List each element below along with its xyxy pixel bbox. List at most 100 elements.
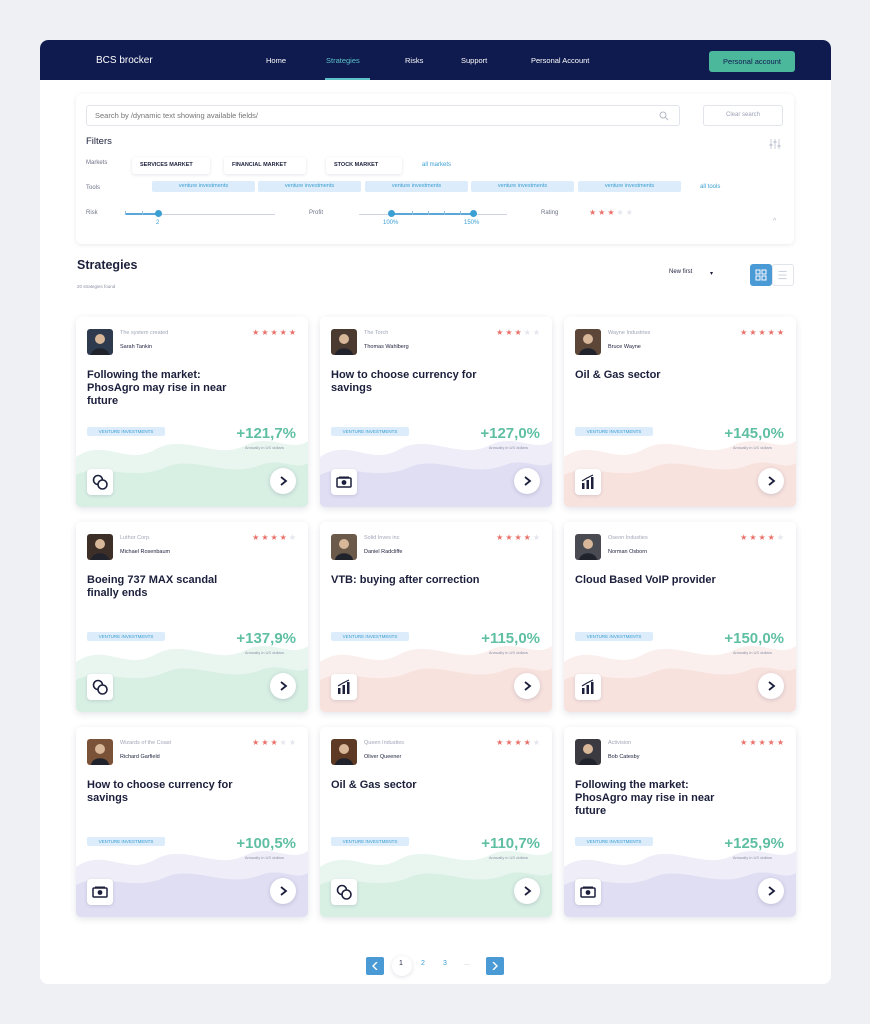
risk-slider-knob[interactable] xyxy=(155,210,162,217)
page-3[interactable]: 3 xyxy=(443,960,447,967)
open-strategy-button[interactable] xyxy=(758,878,784,904)
list-view-button[interactable] xyxy=(772,264,794,286)
company-name: Oseon Industies xyxy=(608,535,648,541)
rating-star: ★ xyxy=(288,328,298,337)
cash-icon xyxy=(331,469,357,495)
avatar xyxy=(331,739,357,765)
card-rating-stars: ★★★★★ xyxy=(252,738,298,747)
rating-star: ★ xyxy=(252,738,262,747)
rating-star[interactable]: ★ xyxy=(607,208,616,217)
rating-star: ★ xyxy=(767,738,777,747)
tool-chip[interactable]: venture investments xyxy=(471,181,574,192)
strategy-card[interactable]: The Torch Thomas Wahlberg ★★★★★ How to c… xyxy=(320,317,552,507)
tool-chip[interactable]: venture investments xyxy=(258,181,361,192)
strategy-card[interactable]: Activision Bob Catesby ★★★★★ Following t… xyxy=(564,727,796,917)
strategy-card[interactable]: Solid Inves inc Daniel Radcliffe ★★★★★ V… xyxy=(320,522,552,712)
nav-support[interactable]: Support xyxy=(461,56,487,65)
avatar xyxy=(87,329,113,355)
rating-star: ★ xyxy=(776,328,786,337)
open-strategy-button[interactable] xyxy=(514,673,540,699)
strategy-tag: VENTURE INVESTMENTS xyxy=(575,427,653,436)
page-1[interactable]: 1 xyxy=(399,960,403,967)
return-percent: +125,9% xyxy=(724,835,784,852)
avatar xyxy=(331,329,357,355)
strategy-tag: VENTURE INVESTMENTS xyxy=(87,632,165,641)
strategy-title[interactable]: Following the market: PhosAgro may rise … xyxy=(87,369,247,408)
filter-settings-icon[interactable] xyxy=(769,139,781,149)
all-markets-link[interactable]: all markets xyxy=(422,162,451,168)
strategy-title[interactable]: Oil & Gas sector xyxy=(575,369,735,382)
personal-account-button[interactable]: Personal account xyxy=(709,51,795,72)
strategy-card[interactable]: Oseon Industies Norman Osborn ★★★★★ Clou… xyxy=(564,522,796,712)
nav-strategies[interactable]: Strategies xyxy=(326,56,360,65)
chevron-right-icon xyxy=(280,886,288,896)
strategy-card[interactable]: Wayne Industries Bruce Wayne ★★★★★ Oil &… xyxy=(564,317,796,507)
clear-search-button[interactable]: Clear search xyxy=(703,105,783,126)
strategy-card[interactable]: Luthor Corp. Michael Rosenbaum ★★★★★ Boe… xyxy=(76,522,308,712)
search-input[interactable] xyxy=(95,111,635,120)
rating-star[interactable]: ★ xyxy=(598,208,607,217)
rating-star: ★ xyxy=(767,328,777,337)
strategy-title[interactable]: How to choose currency for savings xyxy=(87,779,247,805)
all-tools-link[interactable]: all tools xyxy=(700,184,720,190)
tool-chip[interactable]: venture investments xyxy=(152,181,255,192)
return-percent: +145,0% xyxy=(724,425,784,442)
rating-star: ★ xyxy=(496,533,506,542)
profit-tick xyxy=(412,211,413,215)
open-strategy-button[interactable] xyxy=(514,878,540,904)
open-strategy-button[interactable] xyxy=(514,468,540,494)
strategy-title[interactable]: Boeing 737 MAX scandal finally ends xyxy=(87,574,247,600)
rating-star: ★ xyxy=(279,328,289,337)
card-rating-stars: ★★★★★ xyxy=(252,533,298,542)
rating-star: ★ xyxy=(758,328,768,337)
profit-min-knob[interactable] xyxy=(388,210,395,217)
rating-star[interactable]: ★ xyxy=(589,208,598,217)
nav-personal-account[interactable]: Personal Account xyxy=(531,56,589,65)
strategy-title[interactable]: Oil & Gas sector xyxy=(331,779,491,792)
collapse-filters-icon[interactable]: ^ xyxy=(773,218,776,225)
strategy-title[interactable]: Following the market: PhosAgro may rise … xyxy=(575,779,735,818)
open-strategy-button[interactable] xyxy=(758,673,784,699)
open-strategy-button[interactable] xyxy=(270,878,296,904)
grid-view-button[interactable] xyxy=(750,264,772,286)
card-rating-stars: ★★★★★ xyxy=(496,328,542,337)
return-percent: +150,0% xyxy=(724,630,784,647)
search-icon[interactable] xyxy=(659,111,669,121)
card-rating-stars: ★★★★★ xyxy=(496,533,542,542)
tool-chip[interactable]: venture investments xyxy=(365,181,468,192)
page-2[interactable]: 2 xyxy=(421,960,425,967)
market-chip-stock[interactable]: STOCK MARKET xyxy=(326,157,402,174)
brand-logo[interactable]: BCS brocker xyxy=(96,55,153,66)
strategy-card[interactable]: The system created Sarah Tankin ★★★★★ Fo… xyxy=(76,317,308,507)
strategy-title[interactable]: How to choose currency for savings xyxy=(331,369,491,395)
return-note: Annually in US dollars xyxy=(244,855,284,860)
open-strategy-button[interactable] xyxy=(758,468,784,494)
market-chip-services[interactable]: SERVICES MARKET xyxy=(132,157,210,174)
strategy-card[interactable]: Wizards of the Coast Richard Garfield ★★… xyxy=(76,727,308,917)
strategy-card[interactable]: Queen Industies Oliver Queener ★★★★★ Oil… xyxy=(320,727,552,917)
rating-star[interactable]: ★ xyxy=(617,208,626,217)
prev-page-button[interactable] xyxy=(366,957,384,975)
strategy-title[interactable]: Cloud Based VoIP provider xyxy=(575,574,735,587)
sort-select[interactable]: New first xyxy=(669,269,692,275)
nav-risks[interactable]: Risks xyxy=(405,56,423,65)
chevron-right-icon xyxy=(768,886,776,896)
rating-filter-stars[interactable]: ★★★★★ xyxy=(589,208,635,217)
tool-chip[interactable]: venture investments xyxy=(578,181,681,192)
strategy-tag: VENTURE INVESTMENTS xyxy=(87,837,165,846)
sort-caret-icon[interactable]: ▾ xyxy=(710,270,713,277)
return-percent: +110,7% xyxy=(481,835,540,852)
return-percent: +121,7% xyxy=(236,425,296,442)
open-strategy-button[interactable] xyxy=(270,673,296,699)
risk-label: Risk xyxy=(86,210,98,216)
profit-max-knob[interactable] xyxy=(470,210,477,217)
strategy-title[interactable]: VTB: buying after correction xyxy=(331,574,491,587)
tools-label: Tools xyxy=(86,185,101,191)
rating-star[interactable]: ★ xyxy=(626,208,635,217)
next-page-button[interactable] xyxy=(486,957,504,975)
rating-star: ★ xyxy=(252,533,262,542)
nav-home[interactable]: Home xyxy=(266,56,286,65)
open-strategy-button[interactable] xyxy=(270,468,296,494)
company-name: The system created xyxy=(120,330,169,336)
market-chip-financial[interactable]: FINANCIAL MARKET xyxy=(224,157,306,174)
